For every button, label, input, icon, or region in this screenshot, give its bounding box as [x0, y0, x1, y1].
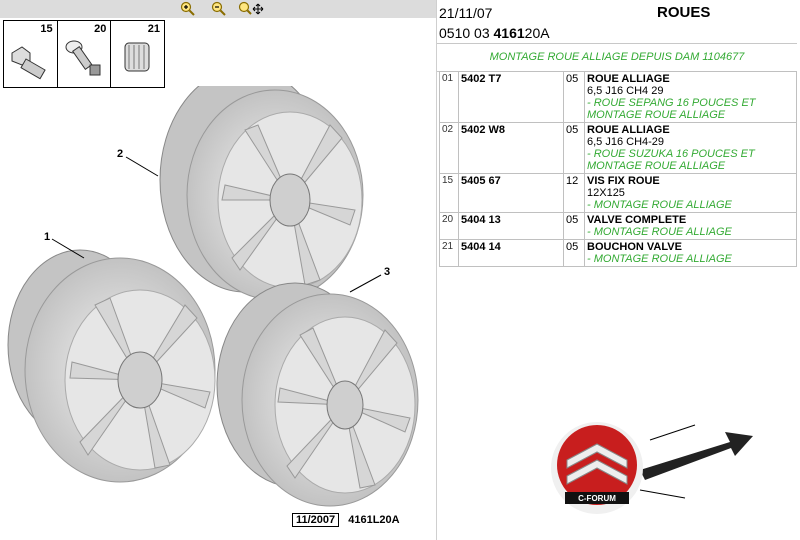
- code-suffix: 20A: [524, 25, 550, 41]
- parts-row[interactable]: 02 5402 W8 05 ROUE ALLIAGE 6,5 J16 CH4-29- R…: [439, 122, 797, 174]
- zoom-move-icon[interactable]: [238, 1, 266, 17]
- part-description: ROUE ALLIAGE 6,5 J16 CH4-29- ROUE SUZUKA …: [584, 122, 797, 174]
- code-prefix: 0510 03: [439, 25, 490, 41]
- part-note: - MONTAGE ROUE ALLIAGE: [587, 253, 732, 265]
- thumb-number: 21: [147, 23, 161, 35]
- part-quantity: 05: [563, 212, 585, 240]
- part-reference[interactable]: 5402 W8: [458, 122, 564, 174]
- part-description: VIS FIX ROUE 12X125- MONTAGE ROUE ALLIAGE: [584, 173, 797, 213]
- part-index: 20: [439, 212, 459, 240]
- part-spec: 6,5 J16 CH4-29: [587, 136, 665, 148]
- diagram-date: 11/2007: [292, 513, 340, 527]
- part-quantity: 05: [563, 71, 585, 123]
- thumb-cap[interactable]: 21: [111, 21, 164, 87]
- part-spec: 6,5 J16 CH4 29: [587, 85, 664, 97]
- thumb-number: 20: [94, 23, 107, 35]
- part-quantity: 05: [563, 122, 585, 174]
- c-forum-logo: C-FORUM: [551, 422, 753, 514]
- header-title: ROUES: [657, 4, 711, 21]
- parts-row[interactable]: 15 5405 67 12 VIS FIX ROUE 12X125- MONTAGE R…: [439, 173, 797, 213]
- part-note: - ROUE SEPANG 16 POUCES ET: [587, 97, 756, 109]
- callout-2[interactable]: 2: [117, 148, 123, 160]
- logo-text: C-FORUM: [578, 494, 616, 503]
- part-quantity: 12: [563, 173, 585, 213]
- callout-1[interactable]: 1: [44, 231, 50, 243]
- part-name: ROUE ALLIAGE: [587, 73, 670, 85]
- accessory-thumbnails: 15 20 21: [3, 20, 165, 88]
- wheel-3[interactable]: [216, 282, 419, 507]
- wheel-2[interactable]: [159, 86, 364, 301]
- parts-row[interactable]: 01 5402 T7 05 ROUE ALLIAGE 6,5 J16 CH4 29- R…: [439, 71, 797, 123]
- part-reference[interactable]: 5402 T7: [458, 71, 564, 123]
- thumb-bolt[interactable]: 15: [4, 21, 58, 87]
- thumb-number: 15: [40, 23, 53, 35]
- parts-row[interactable]: 20 5404 13 05 VALVE COMPLETE - MONTAGE ROUE …: [439, 212, 797, 240]
- diagram-panel: 15 20 21 2 1 3 11/2007 4161L20A: [0, 0, 436, 540]
- callout-3[interactable]: 3: [384, 266, 390, 278]
- part-note: MONTAGE ROUE ALLIAGE: [587, 109, 726, 121]
- part-quantity: 05: [563, 239, 585, 267]
- part-reference[interactable]: 5404 14: [458, 239, 564, 267]
- part-reference[interactable]: 5405 67: [458, 173, 564, 213]
- part-spec: 12X125: [587, 187, 625, 199]
- part-name: ROUE ALLIAGE: [587, 124, 670, 136]
- part-note: - MONTAGE ROUE ALLIAGE: [587, 226, 732, 238]
- part-name: VALVE COMPLETE: [587, 214, 687, 226]
- part-index: 15: [439, 173, 459, 213]
- thumb-valve[interactable]: 20: [58, 21, 112, 87]
- part-description: ROUE ALLIAGE 6,5 J16 CH4 29- ROUE SEPANG …: [584, 71, 797, 123]
- header-date: 21/11/07: [439, 5, 493, 21]
- part-name: VIS FIX ROUE: [587, 175, 660, 187]
- diagram-code: 4161L20A: [348, 514, 400, 526]
- header-code: 0510 03 416120A: [439, 25, 550, 41]
- valve-cap-icon: [124, 42, 150, 72]
- parts-table: 01 5402 T7 05 ROUE ALLIAGE 6,5 J16 CH4 29- R…: [439, 71, 797, 267]
- part-note: - ROUE SUZUKA 16 POUCES ET: [587, 148, 755, 160]
- part-name: BOUCHON VALVE: [587, 241, 682, 253]
- zoom-in-icon[interactable]: [180, 1, 196, 17]
- wheels-diagram: [7, 86, 419, 507]
- part-index: 02: [439, 122, 459, 174]
- wheel-1[interactable]: [7, 249, 216, 483]
- part-note: MONTAGE ROUE ALLIAGE: [587, 160, 726, 172]
- section-title: MONTAGE ROUE ALLIAGE DEPUIS DAM 1104677: [437, 43, 797, 72]
- part-index: 01: [439, 71, 459, 123]
- part-index: 21: [439, 239, 459, 267]
- part-description: VALVE COMPLETE - MONTAGE ROUE ALLIAGE: [584, 212, 797, 240]
- diagram-reference: 11/2007 4161L20A: [292, 513, 400, 527]
- part-description: BOUCHON VALVE - MONTAGE ROUE ALLIAGE: [584, 239, 797, 267]
- part-note: - MONTAGE ROUE ALLIAGE: [587, 199, 732, 211]
- wheel-bolt-icon: [11, 46, 46, 80]
- toolbar: [0, 0, 436, 18]
- code-bold: 4161: [493, 25, 525, 41]
- zoom-out-icon[interactable]: [211, 1, 227, 17]
- part-reference[interactable]: 5404 13: [458, 212, 564, 240]
- valve-icon: [65, 40, 101, 76]
- parts-row[interactable]: 21 5404 14 05 BOUCHON VALVE - MONTAGE ROUE A…: [439, 239, 797, 267]
